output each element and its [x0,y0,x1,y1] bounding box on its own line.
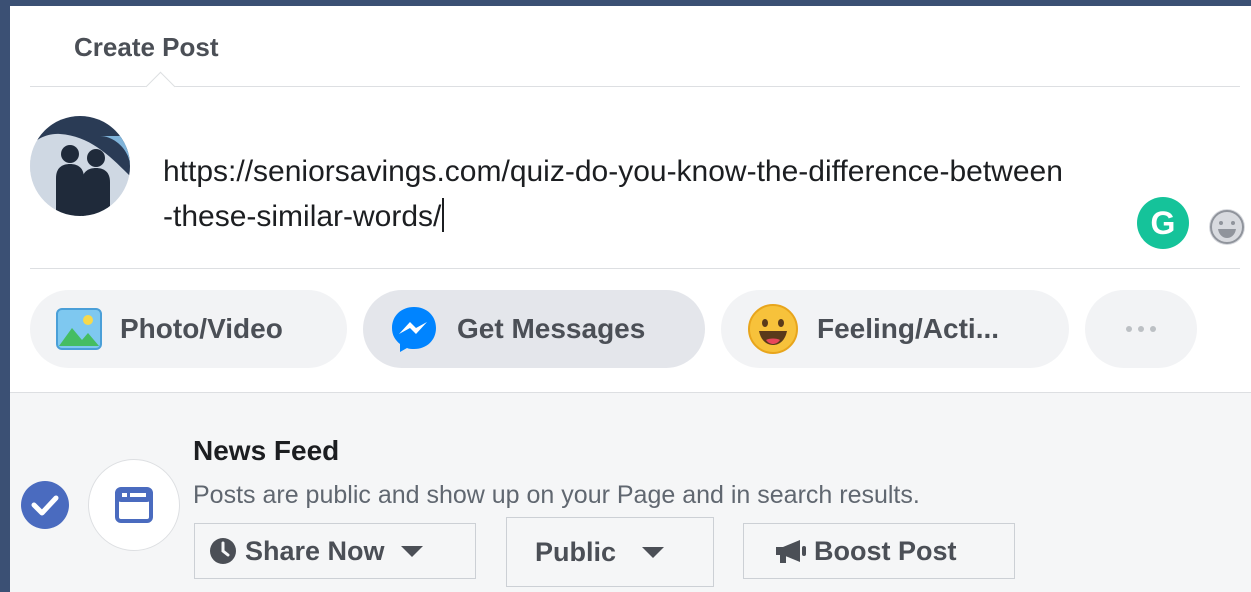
messenger-icon [389,304,439,354]
header-divider [30,86,1240,87]
get-messages-button[interactable]: Get Messages [363,290,705,368]
photo-video-label: Photo/Video [120,313,283,344]
megaphone-icon [774,538,808,564]
post-destination-section: News Feed Posts are public and show up o… [10,392,1251,592]
smiley-icon [747,303,799,355]
composer-divider [30,268,1240,269]
page-avatar [30,116,130,216]
photo-icon [56,308,102,350]
feeling-activity-label: Feeling/Acti... [817,313,1000,344]
post-text-input[interactable]: https://seniorsavings.com/quiz-do-you-kn… [163,149,1063,239]
share-now-label: Share Now [245,535,385,566]
feeling-activity-button[interactable]: Feeling/Acti... [721,290,1069,368]
grammarly-icon[interactable]: G [1137,197,1189,249]
tab-notch [145,71,176,102]
chevron-down-icon [400,545,423,557]
boost-post-label: Boost Post [814,535,957,566]
emoji-icon[interactable] [1209,209,1245,245]
share-now-dropdown[interactable]: Share Now [194,523,476,579]
boost-post-button[interactable]: Boost Post [743,523,1015,579]
clock-icon [209,537,237,565]
audience-label: Public [535,536,617,567]
audience-dropdown[interactable]: Public [506,517,714,587]
text-cursor [442,198,445,232]
post-text: https://seniorsavings.com/quiz-do-you-kn… [163,155,1063,233]
photo-video-button[interactable]: Photo/Video [30,290,347,368]
news-feed-icon [88,459,180,551]
news-feed-description: Posts are public and show up on your Pag… [193,481,920,509]
more-dots-icon [1126,326,1156,332]
checkmark-icon[interactable] [21,481,69,529]
create-post-tab[interactable]: Create Post [74,32,219,63]
more-options-button[interactable] [1085,290,1197,368]
create-post-panel: Create Post https://seniorsavings.com/qu… [10,6,1251,592]
chevron-down-icon [642,546,665,558]
news-feed-title: News Feed [193,435,340,466]
get-messages-label: Get Messages [457,313,646,344]
